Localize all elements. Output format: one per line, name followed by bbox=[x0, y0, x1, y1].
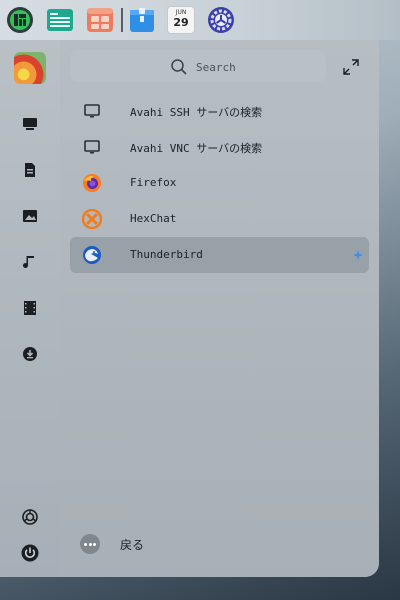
app-item-avahi-ssh[interactable]: Avahi SSH サーバの検索 bbox=[70, 93, 369, 129]
new-app-indicator-icon bbox=[353, 250, 363, 260]
calendar-month: JUN bbox=[175, 9, 187, 16]
user-avatar[interactable] bbox=[14, 52, 46, 84]
film-icon[interactable] bbox=[20, 298, 40, 318]
app-item-firefox[interactable]: Firefox bbox=[70, 165, 369, 201]
monitor-icon bbox=[84, 140, 100, 154]
category-sidebar bbox=[0, 40, 60, 577]
settings-icon[interactable] bbox=[20, 507, 40, 527]
back-button[interactable]: 戻る bbox=[70, 530, 270, 558]
dock-separator bbox=[121, 8, 123, 32]
power-icon[interactable] bbox=[20, 543, 40, 563]
app-label: Thunderbird bbox=[130, 248, 203, 261]
download-icon[interactable] bbox=[20, 344, 40, 364]
manjaro-logo-icon[interactable] bbox=[6, 6, 34, 34]
search-icon bbox=[171, 59, 187, 75]
monitor-icon bbox=[84, 104, 100, 118]
file-manager-icon[interactable] bbox=[46, 6, 74, 34]
firefox-icon bbox=[83, 174, 101, 192]
thunderbird-icon bbox=[83, 246, 101, 264]
calendar-icon[interactable]: JUN 29 bbox=[167, 6, 195, 34]
picture-icon[interactable] bbox=[20, 206, 40, 226]
menu-content: Avahi SSH サーバの検索 Avahi VNC サーバの検索 Firefo… bbox=[60, 40, 379, 577]
app-label: Avahi SSH サーバの検索 bbox=[130, 106, 263, 119]
search-bar[interactable] bbox=[70, 50, 326, 82]
package-icon[interactable] bbox=[128, 6, 156, 34]
app-item-hexchat[interactable]: HexChat bbox=[70, 201, 369, 237]
application-menu: Avahi SSH サーバの検索 Avahi VNC サーバの検索 Firefo… bbox=[0, 40, 379, 577]
settings-gear-icon[interactable] bbox=[207, 6, 235, 34]
app-label: Firefox bbox=[130, 176, 177, 189]
document-icon[interactable] bbox=[20, 160, 40, 180]
expand-icon[interactable] bbox=[342, 58, 360, 76]
app-item-avahi-vnc[interactable]: Avahi VNC サーバの検索 bbox=[70, 129, 369, 165]
app-store-icon[interactable] bbox=[86, 6, 114, 34]
top-dock: JUN 29 bbox=[0, 0, 400, 40]
computer-icon[interactable] bbox=[20, 114, 40, 134]
calendar-day: 29 bbox=[173, 16, 189, 29]
app-label: HexChat bbox=[130, 212, 177, 225]
more-dots-icon bbox=[80, 534, 100, 554]
back-label: 戻る bbox=[120, 538, 145, 552]
music-icon[interactable] bbox=[20, 252, 40, 272]
hexchat-icon bbox=[82, 209, 102, 229]
search-input[interactable] bbox=[194, 56, 318, 78]
app-item-thunderbird[interactable]: Thunderbird bbox=[70, 237, 369, 273]
app-label: Avahi VNC サーバの検索 bbox=[130, 142, 263, 155]
